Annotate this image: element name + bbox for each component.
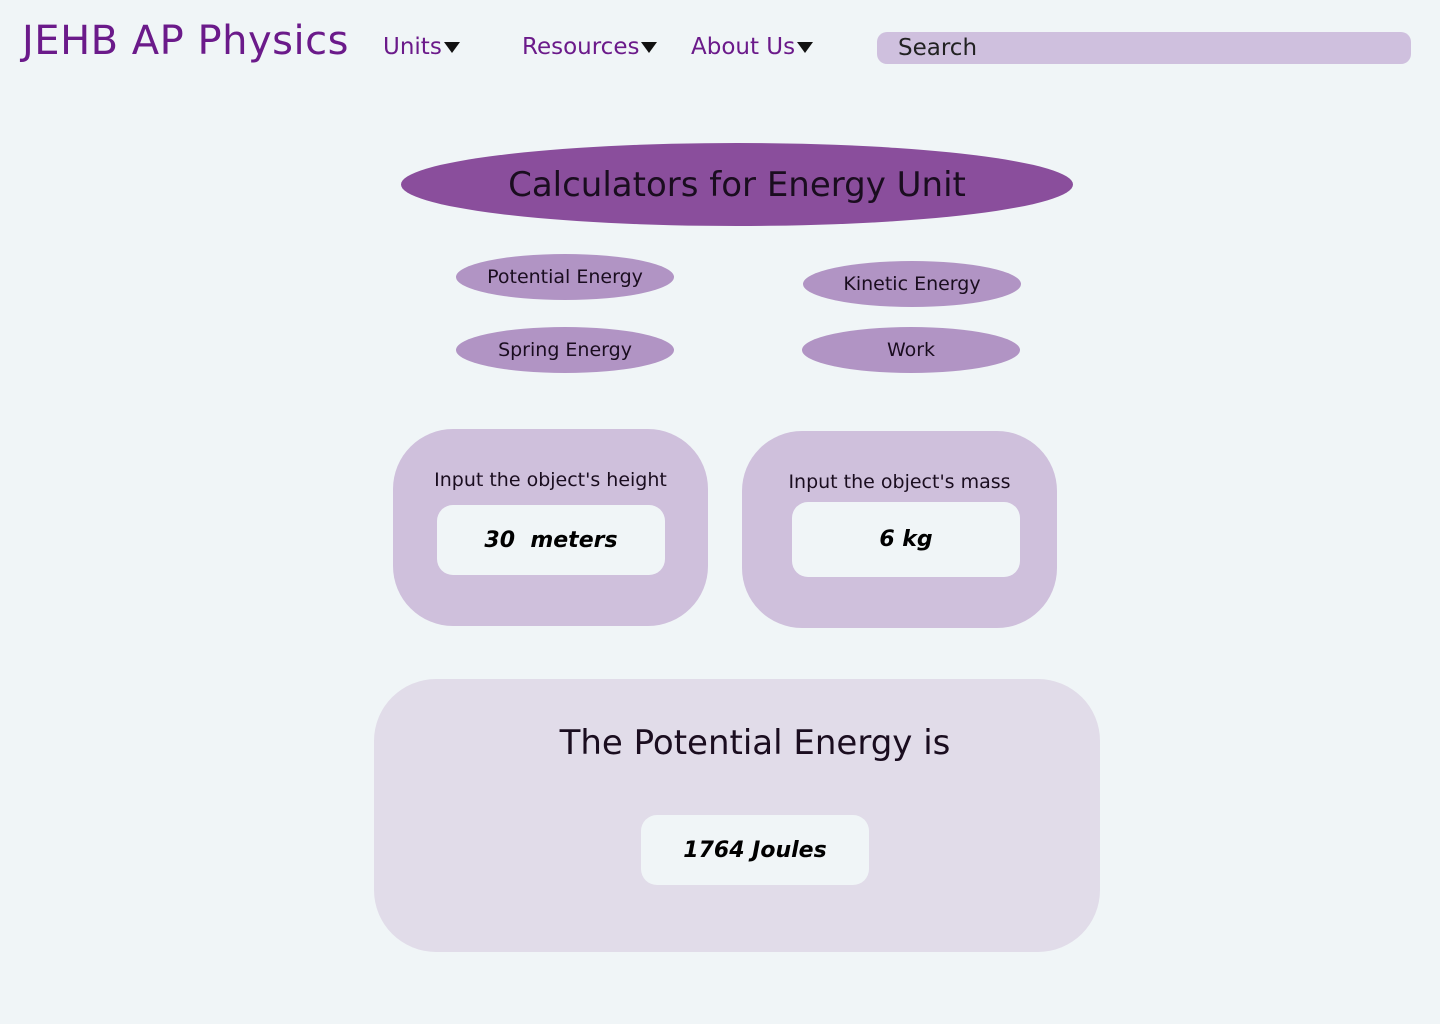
result-label: The Potential Energy is — [559, 723, 951, 763]
height-input-card: Input the object's height — [393, 429, 708, 626]
page-title-banner: Calculators for Energy Unit — [401, 143, 1073, 226]
site-logo[interactable]: JEHB AP Physics — [22, 16, 349, 66]
caret-down-icon — [797, 42, 814, 53]
result-value: 1764 Joules — [641, 815, 869, 885]
spring-energy-button[interactable]: Spring Energy — [456, 327, 674, 373]
mass-input-label: Input the object's mass — [788, 471, 1011, 493]
search-input[interactable] — [877, 32, 1411, 64]
height-input-label: Input the object's height — [434, 469, 667, 491]
nav-units-label: Units — [383, 34, 442, 60]
kinetic-energy-button[interactable]: Kinetic Energy — [803, 261, 1021, 307]
caret-down-icon — [641, 42, 658, 53]
nav-about-us[interactable]: About Us — [691, 32, 814, 62]
caret-down-icon — [443, 42, 460, 53]
potential-energy-button[interactable]: Potential Energy — [456, 254, 674, 300]
page-title: Calculators for Energy Unit — [508, 164, 966, 205]
result-panel: The Potential Energy is 1764 Joules — [374, 679, 1100, 952]
work-button[interactable]: Work — [802, 327, 1020, 373]
nav-resources[interactable]: Resources — [522, 32, 658, 62]
nav-units[interactable]: Units — [383, 32, 460, 62]
nav-resources-label: Resources — [522, 34, 640, 60]
height-input[interactable] — [437, 505, 665, 575]
page: JEHB AP Physics Units Resources About Us… — [0, 0, 1440, 1024]
mass-input[interactable] — [792, 502, 1020, 577]
mass-input-card: Input the object's mass — [742, 431, 1057, 628]
nav-about-us-label: About Us — [691, 34, 796, 60]
